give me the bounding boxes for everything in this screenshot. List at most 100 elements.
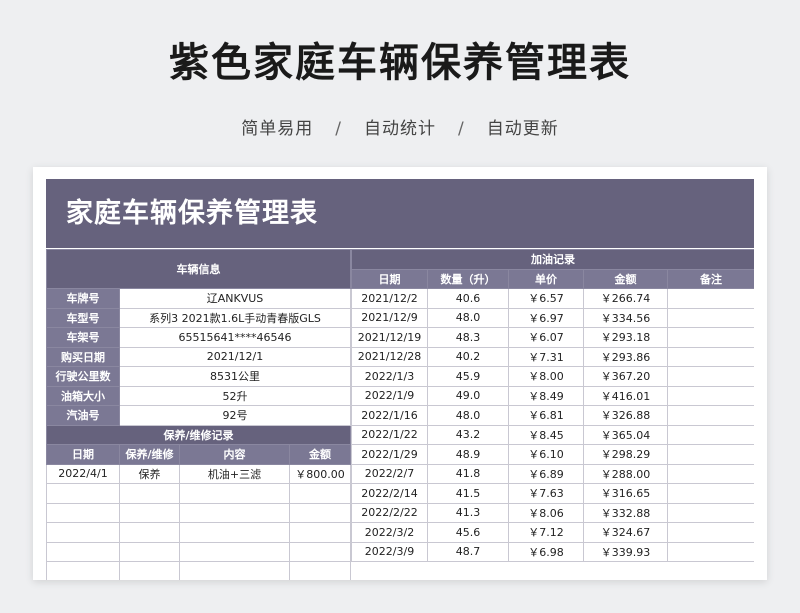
vehicle-info-value[interactable]: 65515641****46546 [119, 327, 351, 348]
empty-cell[interactable] [119, 541, 180, 562]
empty-cell[interactable] [46, 522, 120, 543]
vehicle-info-label[interactable]: 油箱大小 [46, 385, 120, 406]
fuel-amount[interactable]: ￥288.00 [583, 463, 668, 484]
fuel-amount[interactable]: ￥339.93 [583, 541, 668, 562]
fuel-amount[interactable]: ￥324.67 [583, 522, 668, 543]
maintenance-section-title[interactable]: 保养/维修记录 [46, 424, 351, 445]
fuel-header[interactable]: 单价 [508, 268, 584, 289]
fuel-quantity[interactable]: 48.0 [427, 405, 509, 426]
fuel-quantity[interactable]: 48.7 [427, 541, 509, 562]
vehicle-section-title[interactable]: 车辆信息 [46, 249, 351, 289]
empty-cell[interactable] [289, 502, 351, 523]
fuel-price[interactable]: ￥7.63 [508, 483, 584, 504]
fuel-date[interactable]: 2022/2/7 [351, 463, 428, 484]
fuel-date[interactable]: 2022/3/2 [351, 522, 428, 543]
fuel-quantity[interactable]: 48.9 [427, 444, 509, 465]
fuel-date[interactable]: 2021/12/19 [351, 327, 428, 348]
fuel-price[interactable]: ￥6.07 [508, 327, 584, 348]
fuel-remark[interactable] [667, 307, 754, 328]
fuel-amount[interactable]: ￥266.74 [583, 288, 668, 309]
fuel-quantity[interactable]: 48.3 [427, 327, 509, 348]
empty-cell[interactable] [119, 483, 180, 504]
vehicle-info-label[interactable]: 行驶公里数 [46, 366, 120, 387]
fuel-quantity[interactable]: 41.8 [427, 463, 509, 484]
fuel-quantity[interactable]: 41.5 [427, 483, 509, 504]
fuel-quantity[interactable]: 48.0 [427, 307, 509, 328]
fuel-amount[interactable]: ￥365.04 [583, 424, 668, 445]
vehicle-info-label[interactable]: 车牌号 [46, 288, 120, 309]
fuel-remark[interactable] [667, 502, 754, 523]
maintenance-content[interactable]: 机油+三滤 [179, 463, 290, 484]
empty-cell[interactable] [46, 502, 120, 523]
fuel-date[interactable]: 2021/12/2 [351, 288, 428, 309]
fuel-quantity[interactable]: 40.2 [427, 346, 509, 367]
maintenance-type[interactable]: 保养 [119, 463, 180, 484]
fuel-price[interactable]: ￥6.57 [508, 288, 584, 309]
empty-cell[interactable] [179, 483, 290, 504]
fuel-remark[interactable] [667, 405, 754, 426]
fuel-remark[interactable] [667, 346, 754, 367]
fuel-header[interactable]: 日期 [351, 268, 428, 289]
fuel-price[interactable]: ￥8.06 [508, 502, 584, 523]
fuel-amount[interactable]: ￥293.18 [583, 327, 668, 348]
fuel-amount[interactable]: ￥326.88 [583, 405, 668, 426]
vehicle-info-value[interactable]: 52升 [119, 385, 351, 406]
fuel-remark[interactable] [667, 366, 754, 387]
empty-cell[interactable] [119, 502, 180, 523]
fuel-remark[interactable] [667, 288, 754, 309]
fuel-price[interactable]: ￥8.49 [508, 385, 584, 406]
fuel-price[interactable]: ￥6.89 [508, 463, 584, 484]
fuel-amount[interactable]: ￥316.65 [583, 483, 668, 504]
vehicle-info-value[interactable]: 8531公里 [119, 366, 351, 387]
maintenance-header[interactable]: 内容 [179, 444, 290, 465]
fuel-section-title[interactable]: 加油记录 [351, 249, 754, 270]
fuel-date[interactable]: 2021/12/28 [351, 346, 428, 367]
fuel-amount[interactable]: ￥298.29 [583, 444, 668, 465]
fuel-price[interactable]: ￥7.31 [508, 346, 584, 367]
fuel-remark[interactable] [667, 463, 754, 484]
fuel-quantity[interactable]: 40.6 [427, 288, 509, 309]
fuel-quantity[interactable]: 45.9 [427, 366, 509, 387]
fuel-remark[interactable] [667, 327, 754, 348]
fuel-remark[interactable] [667, 483, 754, 504]
empty-cell[interactable] [289, 483, 351, 504]
fuel-quantity[interactable]: 43.2 [427, 424, 509, 445]
fuel-price[interactable]: ￥6.97 [508, 307, 584, 328]
maintenance-header[interactable]: 日期 [46, 444, 120, 465]
fuel-remark[interactable] [667, 424, 754, 445]
vehicle-info-value[interactable]: 92号 [119, 405, 351, 426]
fuel-remark[interactable] [667, 541, 754, 562]
fuel-header[interactable]: 数量（升） [427, 268, 509, 289]
maintenance-header[interactable]: 金额 [289, 444, 351, 465]
vehicle-info-label[interactable]: 汽油号 [46, 405, 120, 426]
empty-cell[interactable] [119, 561, 180, 580]
maintenance-header[interactable]: 保养/维修 [119, 444, 180, 465]
fuel-date[interactable]: 2022/1/16 [351, 405, 428, 426]
fuel-date[interactable]: 2022/1/29 [351, 444, 428, 465]
empty-cell[interactable] [179, 502, 290, 523]
vehicle-info-label[interactable]: 购买日期 [46, 346, 120, 367]
fuel-amount[interactable]: ￥416.01 [583, 385, 668, 406]
maintenance-amount[interactable]: ￥800.00 [289, 463, 351, 484]
fuel-date[interactable]: 2022/3/9 [351, 541, 428, 562]
maintenance-date[interactable]: 2022/4/1 [46, 463, 120, 484]
fuel-date[interactable]: 2022/1/22 [351, 424, 428, 445]
fuel-quantity[interactable]: 49.0 [427, 385, 509, 406]
fuel-header[interactable]: 备注 [667, 268, 754, 289]
fuel-quantity[interactable]: 45.6 [427, 522, 509, 543]
fuel-price[interactable]: ￥6.10 [508, 444, 584, 465]
fuel-amount[interactable]: ￥334.56 [583, 307, 668, 328]
fuel-date[interactable]: 2022/2/22 [351, 502, 428, 523]
vehicle-info-label[interactable]: 车型号 [46, 307, 120, 328]
empty-cell[interactable] [179, 561, 290, 580]
fuel-header[interactable]: 金额 [583, 268, 668, 289]
fuel-remark[interactable] [667, 444, 754, 465]
empty-cell[interactable] [46, 483, 120, 504]
fuel-price[interactable]: ￥7.12 [508, 522, 584, 543]
fuel-price[interactable]: ￥8.00 [508, 366, 584, 387]
empty-cell[interactable] [119, 522, 180, 543]
empty-cell[interactable] [46, 561, 120, 580]
fuel-price[interactable]: ￥8.45 [508, 424, 584, 445]
fuel-price[interactable]: ￥6.81 [508, 405, 584, 426]
empty-cell[interactable] [179, 541, 290, 562]
